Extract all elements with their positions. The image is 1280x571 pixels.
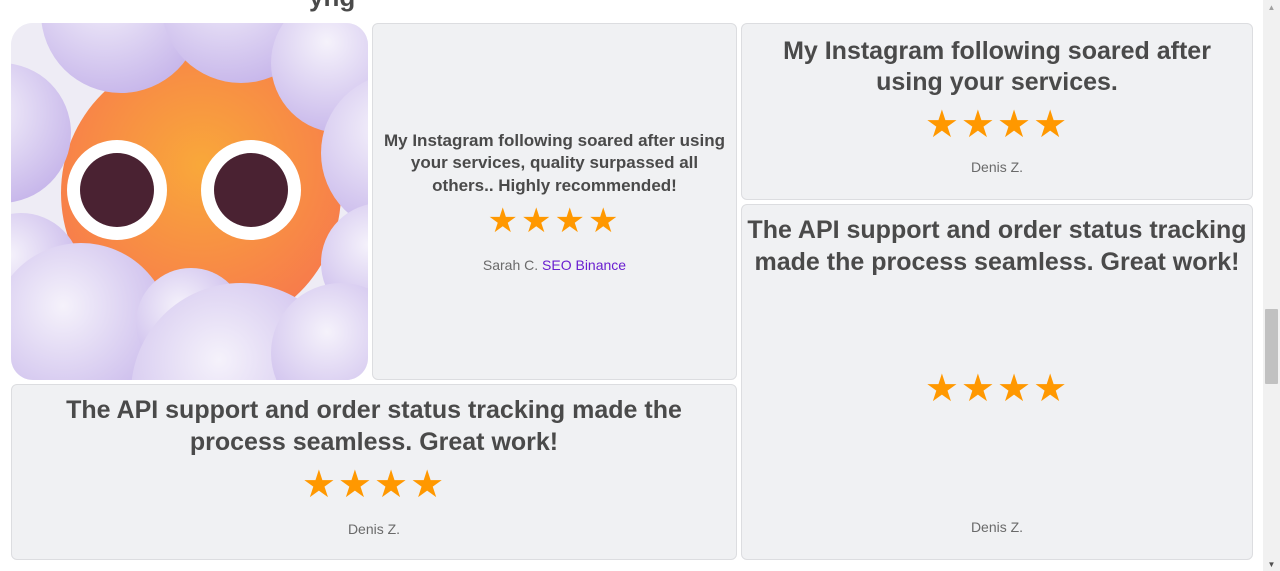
star-icon: ★ xyxy=(1033,104,1070,146)
testimonial-card: My Instagram following soared after usin… xyxy=(741,23,1253,200)
star-icon: ★ xyxy=(1033,368,1070,410)
vertical-scrollbar[interactable]: ▲ ▼ xyxy=(1263,0,1280,571)
star-icon: ★ xyxy=(587,202,622,241)
testimonial-card: My Instagram following soared after usin… xyxy=(372,23,737,380)
star-icon: ★ xyxy=(374,464,411,506)
testimonial-author: Denis Z. xyxy=(970,159,1024,175)
sun-mascot-image xyxy=(11,23,368,380)
star-icon: ★ xyxy=(301,464,338,506)
scrollbar-thumb[interactable] xyxy=(1265,309,1278,384)
star-rating: ★ ★ ★ ★ xyxy=(302,462,446,507)
testimonial-card: The API support and order status trackin… xyxy=(11,384,737,560)
star-icon: ★ xyxy=(960,104,997,146)
star-icon: ★ xyxy=(487,202,522,241)
testimonial-quote: My Instagram following soared after usin… xyxy=(384,130,725,195)
star-icon: ★ xyxy=(337,464,374,506)
star-icon: ★ xyxy=(521,202,555,241)
testimonial-author: Denis Z. xyxy=(970,519,1024,535)
scroll-up-icon[interactable]: ▲ xyxy=(1263,0,1280,14)
star-icon: ★ xyxy=(997,104,1034,146)
cute-sun-mascot-icon xyxy=(11,23,368,380)
star-rating: ★ ★ ★ ★ xyxy=(488,201,622,241)
testimonial-author: Sarah C. SEO Binance xyxy=(483,257,626,273)
scroll-down-icon[interactable]: ▼ xyxy=(1263,557,1280,571)
star-rating: ★ ★ ★ ★ xyxy=(925,102,1069,147)
testimonial-quote: The API support and order status trackin… xyxy=(747,216,1247,276)
author-name: Sarah C. xyxy=(482,257,539,274)
star-icon: ★ xyxy=(924,368,961,410)
testimonial-quote: The API support and order status trackin… xyxy=(66,396,682,456)
testimonial-quote: My Instagram following soared after usin… xyxy=(783,37,1211,96)
star-icon: ★ xyxy=(924,104,961,146)
author-link[interactable]: SEO Binance xyxy=(542,257,626,273)
star-icon: ★ xyxy=(960,368,997,410)
testimonial-author: Denis Z. xyxy=(347,521,401,537)
star-icon: ★ xyxy=(554,202,588,241)
testimonial-card: The API support and order status trackin… xyxy=(741,204,1253,560)
star-rating: ★ ★ ★ ★ xyxy=(925,366,1069,411)
section-heading: yng xyxy=(309,0,355,13)
star-icon: ★ xyxy=(410,464,447,506)
star-icon: ★ xyxy=(997,368,1034,410)
